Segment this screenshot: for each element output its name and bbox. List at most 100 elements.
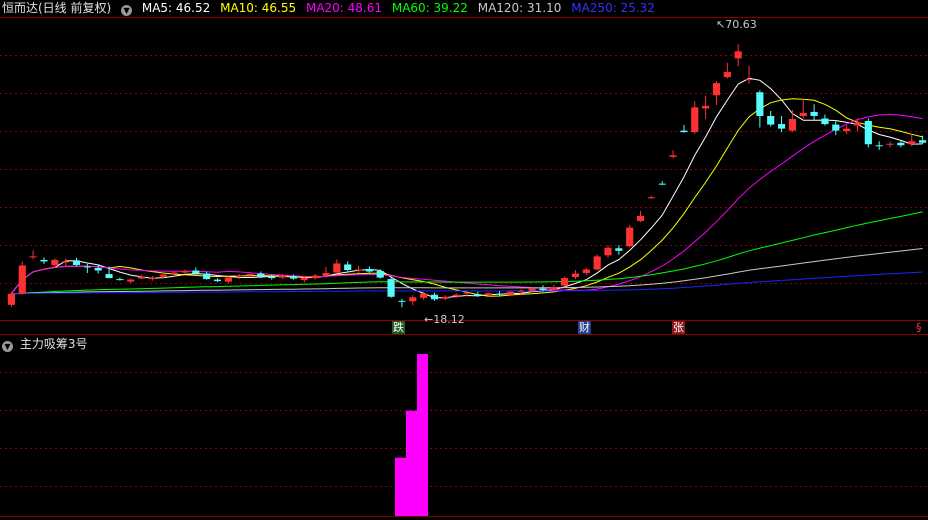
candle	[7, 292, 16, 307]
candle-body	[626, 227, 634, 247]
candle	[333, 259, 341, 275]
candle-body	[767, 115, 775, 125]
candle-body	[734, 51, 742, 59]
candle-body	[94, 267, 102, 271]
candle	[365, 266, 373, 274]
ma60-line	[11, 211, 923, 295]
candle-body	[582, 269, 590, 274]
candle-body	[680, 130, 688, 133]
ma10-label: MA10: 46.55	[220, 1, 297, 15]
candle	[495, 291, 504, 296]
candle	[593, 254, 601, 271]
settings-chevron-icon[interactable]: ▼	[121, 5, 133, 16]
candles[interactable]	[7, 44, 927, 308]
candle	[582, 267, 590, 276]
candle	[138, 274, 146, 280]
candle	[777, 115, 786, 133]
candle	[127, 278, 135, 284]
event-tag-fall[interactable]: 跌	[392, 321, 405, 334]
candle	[767, 110, 775, 127]
ma250-label: MA250: 25.32	[571, 1, 655, 15]
indicator-chevron-icon[interactable]: ▼	[2, 341, 13, 352]
candle-body	[897, 142, 905, 146]
indicator-bar	[395, 457, 406, 516]
candle-body	[506, 291, 514, 295]
ma20-label: MA20: 48.61	[305, 1, 383, 15]
stock-title[interactable]: 恒而达(日线 前复权)	[2, 1, 111, 15]
candle-body	[387, 279, 395, 297]
candle-body	[918, 140, 927, 143]
candle-body	[279, 275, 287, 278]
candle	[83, 263, 91, 274]
candle-body	[181, 271, 189, 273]
candle-body	[83, 266, 91, 268]
candle	[886, 141, 894, 148]
candle-body	[105, 274, 113, 279]
high-price-annotation: ↖70.63	[716, 18, 757, 31]
candle	[62, 258, 70, 266]
candle	[712, 81, 721, 105]
ma20-line	[11, 113, 923, 295]
candle-body	[300, 278, 308, 281]
candle	[843, 125, 851, 135]
candle	[745, 65, 753, 84]
candle-body	[561, 278, 569, 286]
candle-body	[213, 279, 222, 282]
candle	[691, 101, 699, 134]
candle	[918, 135, 927, 144]
event-tag-rise[interactable]: 张	[672, 321, 685, 334]
candle-body	[886, 143, 894, 145]
candle-body	[452, 294, 460, 297]
candle-body	[18, 265, 26, 294]
candle	[626, 225, 634, 248]
stock-chart-canvas[interactable]	[0, 0, 928, 520]
candle-body	[864, 121, 872, 145]
candle-body	[51, 259, 59, 265]
candle-body	[474, 294, 482, 296]
candle-body	[29, 256, 37, 258]
candle	[268, 274, 276, 280]
candle-body	[116, 279, 124, 281]
candle-body	[138, 276, 146, 279]
candle-body	[268, 276, 276, 279]
ma-lines	[11, 77, 923, 299]
candle-body	[571, 273, 580, 278]
indicator-title[interactable]: 主力吸筹3号	[20, 337, 88, 351]
event-tag-section[interactable]: §	[915, 321, 923, 334]
candle	[300, 277, 308, 283]
candle-body	[669, 155, 677, 157]
ma5-label: MA5: 46.52	[141, 1, 211, 15]
candle	[636, 210, 645, 223]
candle-body	[311, 275, 319, 279]
candle	[322, 266, 330, 277]
candle-body	[420, 293, 428, 298]
event-tag-finance[interactable]: 财	[578, 321, 591, 334]
candle-body	[7, 293, 16, 305]
candle	[702, 95, 710, 120]
candle	[756, 90, 764, 128]
candle	[788, 109, 796, 133]
candle	[235, 274, 243, 280]
candle	[571, 270, 580, 280]
candle	[398, 298, 406, 308]
candle-body	[821, 118, 829, 125]
candle	[441, 295, 449, 301]
indicator-bar	[406, 410, 417, 516]
candle	[344, 261, 352, 272]
candle	[311, 274, 319, 280]
candle-body	[365, 268, 373, 272]
candle	[864, 118, 872, 148]
candle	[354, 265, 363, 274]
candle-body	[257, 273, 265, 277]
candle	[203, 271, 211, 280]
candle-body	[691, 107, 699, 133]
candle	[832, 120, 840, 136]
ma60-label: MA60: 39.22	[391, 1, 468, 15]
candle-body	[810, 111, 818, 116]
candle	[40, 257, 48, 264]
candle-body	[702, 105, 710, 109]
candle	[821, 114, 829, 126]
candle-body	[495, 293, 504, 295]
candle-body	[539, 288, 547, 291]
candle	[647, 195, 655, 199]
